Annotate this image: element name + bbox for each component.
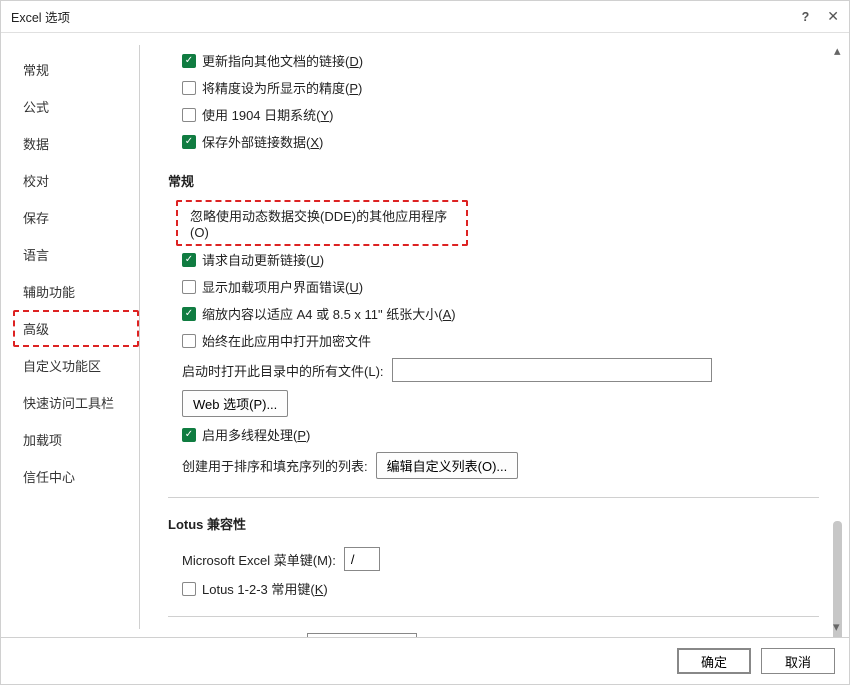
close-icon[interactable]: ✕ (827, 8, 839, 25)
dialog-title: Excel 选项 (11, 7, 70, 26)
excel-menu-key-input[interactable] (344, 547, 380, 571)
check-icon: ✓ (182, 253, 196, 267)
checkbox-ignore-dde[interactable]: 忽略使用动态数据交换(DDE)的其他应用程序(O) (176, 200, 468, 246)
checkbox-show-addin-errors[interactable]: 显示加载项用户界面错误(U) (182, 273, 819, 300)
sidebar-item-quick-access[interactable]: 快速访问工具栏 (13, 384, 139, 421)
scroll-up-icon[interactable]: ▴ (834, 43, 842, 51)
sidebar-item-data[interactable]: 数据 (13, 125, 139, 162)
dialog-footer: 确定 取消 (1, 637, 849, 684)
sidebar-item-addins[interactable]: 加载项 (13, 421, 139, 458)
startup-folder-label: 启动时打开此目录中的所有文件(L): (182, 361, 384, 380)
scroll-down-icon[interactable]: ▾ (833, 619, 841, 627)
web-options-button[interactable]: Web 选项(P)... (182, 390, 288, 417)
lotus-sheet-dropdown[interactable]: Sheet1 ▾ (307, 633, 417, 637)
check-icon: ✓ (182, 135, 196, 149)
checkbox-ask-update-links[interactable]: ✓ 请求自动更新链接(U) (182, 246, 819, 273)
scrollbar[interactable]: ▴ ▾ (829, 41, 847, 629)
excel-options-dialog: Excel 选项 ? ✕ 常规 公式 数据 校对 保存 语言 辅助功能 高级 自… (0, 0, 850, 685)
checkbox-scale-a4[interactable]: ✓ 缩放内容以适应 A4 或 8.5 x 11" 纸张大小(A) (182, 300, 819, 327)
excel-menu-key-label: Microsoft Excel 菜单键(M): (182, 550, 336, 569)
cancel-button[interactable]: 取消 (761, 648, 835, 674)
startup-folder-row: 启动时打开此目录中的所有文件(L): (182, 354, 819, 386)
sidebar-item-advanced[interactable]: 高级 (13, 310, 139, 347)
custom-list-label: 创建用于排序和填充序列的列表: (182, 456, 368, 475)
checkbox-open-encrypted[interactable]: 始终在此应用中打开加密文件 (182, 327, 819, 354)
checkbox-save-external-link-data[interactable]: ✓ 保存外部链接数据(X) (182, 128, 819, 155)
divider (168, 616, 819, 617)
sidebar-item-language[interactable]: 语言 (13, 236, 139, 273)
sidebar-item-proofing[interactable]: 校对 (13, 162, 139, 199)
sidebar-item-general[interactable]: 常规 (13, 51, 139, 88)
help-icon[interactable]: ? (802, 10, 810, 24)
top-options: ✓ 更新指向其他文档的链接(D) 将精度设为所显示的精度(P) 使用 1904 … (168, 47, 819, 155)
dropdown-value: Sheet1 (330, 637, 371, 638)
custom-list-row: 创建用于排序和填充序列的列表: 编辑自定义列表(O)... (182, 448, 819, 483)
general-options: 忽略使用动态数据交换(DDE)的其他应用程序(O) ✓ 请求自动更新链接(U) … (168, 200, 819, 483)
divider (168, 497, 819, 498)
section-lotus-settings-header: Lotus 兼容性设置(L): Sheet1 ▾ (168, 633, 819, 637)
sidebar-item-customize-ribbon[interactable]: 自定义功能区 (13, 347, 139, 384)
check-icon: ✓ (182, 307, 196, 321)
main-panel: ✓ 更新指向其他文档的链接(D) 将精度设为所显示的精度(P) 使用 1904 … (140, 33, 849, 637)
check-icon (182, 280, 196, 294)
sidebar-item-trust-center[interactable]: 信任中心 (13, 458, 139, 495)
checkbox-precision-as-displayed[interactable]: 将精度设为所显示的精度(P) (182, 74, 819, 101)
excel-menu-key-row: Microsoft Excel 菜单键(M): (182, 543, 819, 575)
sidebar-item-formulas[interactable]: 公式 (13, 88, 139, 125)
check-icon (182, 582, 196, 596)
check-icon (182, 108, 196, 122)
dialog-body: 常规 公式 数据 校对 保存 语言 辅助功能 高级 自定义功能区 快速访问工具栏… (1, 33, 849, 637)
section-lotus-header: Lotus 兼容性 (168, 514, 819, 533)
title-bar: Excel 选项 ? ✕ (1, 1, 849, 33)
checkbox-multithreading[interactable]: ✓ 启用多线程处理(P) (182, 421, 819, 448)
check-icon: ✓ (182, 428, 196, 442)
lotus-options: Microsoft Excel 菜单键(M): Lotus 1-2-3 常用键(… (168, 543, 819, 602)
section-general-header: 常规 (168, 171, 819, 190)
startup-folder-input[interactable] (392, 358, 712, 382)
sidebar-item-save[interactable]: 保存 (13, 199, 139, 236)
check-icon (182, 334, 196, 348)
ok-button[interactable]: 确定 (677, 648, 751, 674)
check-icon (182, 81, 196, 95)
edit-custom-list-button[interactable]: 编辑自定义列表(O)... (376, 452, 519, 479)
sidebar-item-accessibility[interactable]: 辅助功能 (13, 273, 139, 310)
checkbox-lotus-hotkeys[interactable]: Lotus 1-2-3 常用键(K) (182, 575, 819, 602)
check-icon: ✓ (182, 54, 196, 68)
sidebar: 常规 公式 数据 校对 保存 语言 辅助功能 高级 自定义功能区 快速访问工具栏… (13, 45, 140, 629)
checkbox-1904-date[interactable]: 使用 1904 日期系统(Y) (182, 101, 819, 128)
checkbox-update-links[interactable]: ✓ 更新指向其他文档的链接(D) (182, 47, 819, 74)
